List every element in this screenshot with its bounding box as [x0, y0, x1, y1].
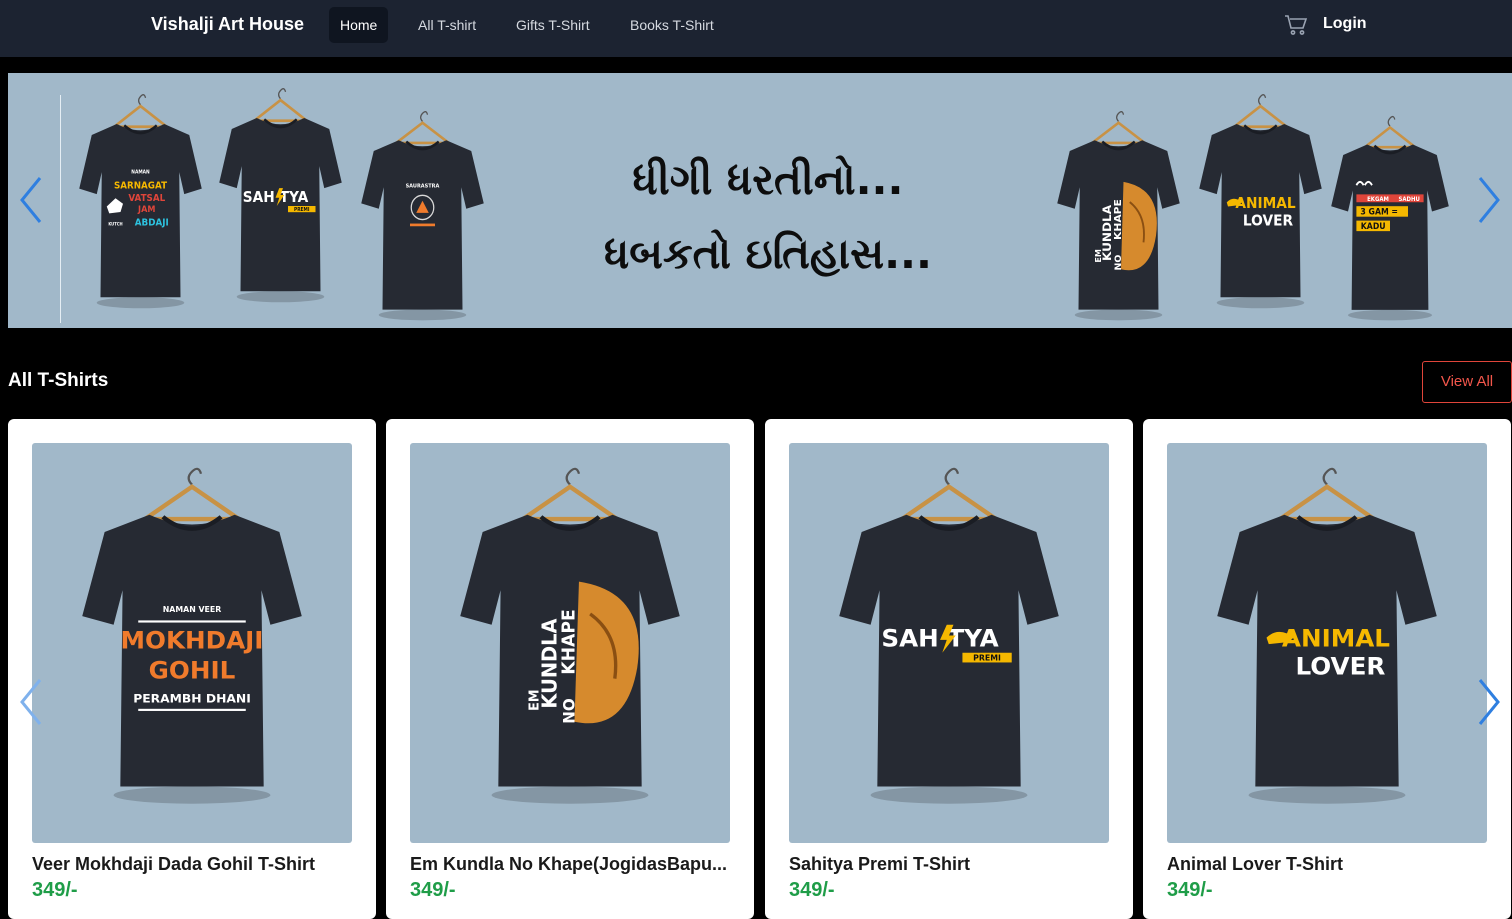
tshirt-print-text: SADHU: [1399, 197, 1421, 203]
cart-icon[interactable]: [1284, 14, 1308, 36]
tshirt-print-text: PREMI: [294, 207, 310, 213]
tshirt-print-text: KHAPE: [1112, 199, 1124, 240]
tshirt-print-text: LOVER: [1295, 653, 1385, 680]
product-card[interactable]: EM KUNDLA NO KHAPE Em Kundla No Khape(Jogid…: [386, 419, 754, 919]
tshirt-print-text: MOKHDAJI: [121, 627, 264, 654]
hero-tshirt-image: SAH TYA PREMI: [218, 85, 343, 305]
product-image[interactable]: NAMAN VEER MOKHDAJI GOHIL PERAMBH DHANI: [32, 443, 352, 843]
tshirt-print-text: KUTCH: [108, 222, 122, 227]
chevron-left-icon: [20, 679, 42, 725]
tshirt-icon: ANIMALLOVER: [1199, 94, 1322, 309]
nav-link-home[interactable]: Home: [329, 7, 389, 43]
tshirt-icon: SAH TYAPREMI: [839, 467, 1059, 804]
chevron-left-icon: [20, 177, 42, 223]
chevron-right-icon: [1478, 679, 1500, 725]
tshirt-print-text: NO: [1114, 254, 1124, 270]
top-navbar: Vishalji Art House Home All T-shirt Gift…: [0, 0, 1512, 57]
products-next-arrow[interactable]: [1474, 676, 1504, 728]
tshirt-icon: EMKUNDLANOKHAPE: [460, 467, 680, 804]
hero-headline-line2: ધબકતો ઇતિહાસ...: [604, 229, 932, 278]
hero-headline-line1: ધીગી ધરતીનો...: [632, 155, 904, 204]
tshirt-print-text: SARNAGAT: [114, 180, 168, 192]
nav-link-books-tshirt[interactable]: Books T-Shirt: [619, 7, 725, 43]
tshirt-icon: EMKUNDLANOKHAPE: [1057, 111, 1180, 321]
product-image[interactable]: SAH TYA PREMI: [789, 443, 1109, 843]
tshirt-print-text: EKGAM: [1367, 197, 1389, 203]
tshirt-icon: EKGAM SADHU3 GAM = KADU: [1331, 115, 1449, 321]
tshirt-icon: ANIMALLOVER: [1217, 467, 1437, 804]
hero-carousel: NAMAN SARNAGAT VATSAL JAM ABDAJI KUTCH SAH TY…: [8, 73, 1512, 328]
product-card[interactable]: NAMAN VEER MOKHDAJI GOHIL PERAMBH DHANI Vee…: [8, 419, 376, 919]
products-prev-arrow[interactable]: [16, 676, 46, 728]
tshirt-print-text: NAMAN VEER: [163, 605, 222, 614]
product-card[interactable]: SAH TYA PREMI Sahitya Premi T-Shirt 349/-: [765, 419, 1133, 919]
hero-tshirt-image: SAURASTRA: [360, 108, 485, 323]
hero-headline: ધીગી ધરતીનો... ધબકતો ઇતિહાસ...: [508, 143, 1028, 291]
tshirt-graphic: EM KUNDLA NO KHAPE: [458, 463, 682, 808]
hero-tshirt-image: NAMAN SARNAGAT VATSAL JAM ABDAJI KUTCH: [78, 91, 203, 311]
tshirt-print-text: GOHIL: [149, 657, 236, 684]
product-name[interactable]: Sahitya Premi T-Shirt: [789, 854, 1111, 875]
product-price: 349/-: [32, 879, 78, 901]
tshirt-print-text: PREMI: [973, 653, 1001, 662]
tshirt-print-text: LOVER: [1243, 213, 1293, 230]
product-name[interactable]: Animal Lover T-Shirt: [1167, 854, 1489, 875]
product-name[interactable]: Veer Mokhdaji Dada Gohil T-Shirt: [32, 854, 354, 875]
hero-tshirt-image: ANIMAL LOVER: [1198, 91, 1323, 311]
tshirt-icon: NAMAN SARNAGATVATSALJAM ABDAJI KUTCH: [79, 94, 202, 309]
brand-logo-text[interactable]: Vishalji Art House: [151, 14, 304, 35]
login-link[interactable]: Login: [1323, 15, 1367, 33]
hero-tshirt-image: EKGAM SADHU 3 GAM = KADU: [1330, 113, 1450, 323]
product-image[interactable]: ANIMAL LOVER: [1167, 443, 1487, 843]
tshirt-print-text: NAMAN: [131, 169, 150, 175]
tshirt-print-text: KADU: [1361, 221, 1386, 231]
tshirt-print-text: SAH TYA: [881, 625, 999, 652]
tshirt-print-text: 3 GAM =: [1360, 206, 1398, 216]
tshirt-print-text: KUNDLA: [538, 618, 561, 709]
tshirt-print-text: NO: [560, 698, 578, 723]
tshirt-icon: SAH TYAPREMI: [219, 88, 342, 303]
section-title: All T-Shirts: [8, 370, 109, 391]
tshirt-print-text: ANIMAL: [1235, 195, 1295, 212]
tshirt-print-text: JAM: [137, 205, 155, 215]
hero-tshirt-image: EM KUNDLA NO KHAPE: [1056, 108, 1181, 323]
carousel-divider: [60, 95, 61, 323]
chevron-right-icon: [1478, 177, 1500, 223]
product-image[interactable]: EM KUNDLA NO KHAPE: [410, 443, 730, 843]
product-name[interactable]: Em Kundla No Khape(JogidasBapu...: [410, 854, 732, 875]
hero-prev-arrow[interactable]: [16, 174, 46, 226]
product-card[interactable]: ANIMAL LOVER Animal Lover T-Shirt 349/-: [1143, 419, 1511, 919]
view-all-button[interactable]: View All: [1422, 361, 1512, 403]
product-price: 349/-: [1167, 879, 1213, 901]
tshirt-print-text: ABDAJI: [135, 217, 169, 229]
tshirt-icon: SAURASTRA: [361, 111, 484, 321]
product-price: 349/-: [789, 879, 835, 901]
product-price: 349/-: [410, 879, 456, 901]
nav-link-gifts-tshirt[interactable]: Gifts T-Shirt: [505, 7, 601, 43]
tshirt-print-text: ANIMAL: [1282, 625, 1390, 652]
tshirt-graphic: ANIMAL LOVER: [1215, 463, 1439, 808]
tshirt-graphic: SAH TYA PREMI: [837, 463, 1061, 808]
tshirt-print-text: PERAMBH DHANI: [133, 692, 251, 706]
hero-next-arrow[interactable]: [1474, 174, 1504, 226]
tshirt-print-text: KHAPE: [559, 609, 579, 675]
nav-link-all-tshirt[interactable]: All T-shirt: [407, 7, 487, 43]
tshirt-icon: NAMAN VEER MOKHDAJI GOHIL PERAMBH DHANI: [82, 467, 302, 804]
tshirt-print-text: VATSAL: [128, 193, 165, 205]
tshirt-graphic: NAMAN VEER MOKHDAJI GOHIL PERAMBH DHANI: [80, 463, 304, 808]
tshirt-print-text: SAURASTRA: [406, 183, 440, 189]
